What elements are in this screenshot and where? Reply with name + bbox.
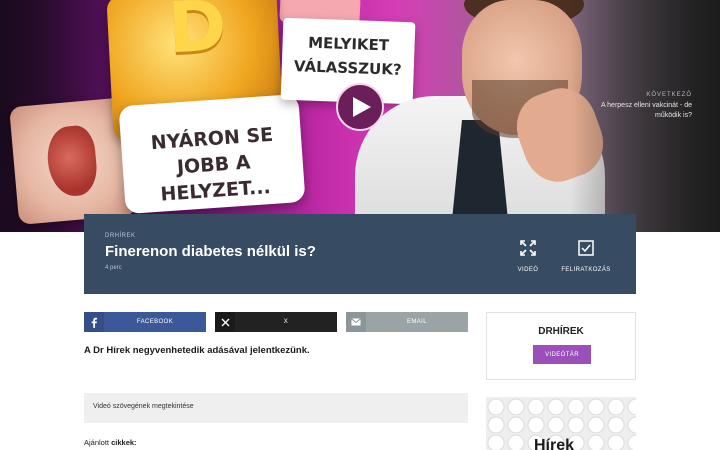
sidebar-promo-image[interactable]: Hírek (486, 397, 636, 450)
video-title: Finerenon diabetes nélkül is? (105, 243, 316, 260)
expand-icon (520, 240, 536, 256)
share-facebook-label: FACEBOOK (136, 319, 174, 325)
article-intro: A Dr Hírek negyvenhetedik adásával jelen… (84, 345, 310, 356)
video-archive-button[interactable]: VIDEÓTÁR (533, 345, 591, 364)
envelope-icon (346, 312, 366, 332)
facebook-icon (84, 312, 104, 332)
video-category[interactable]: DRHÍREK (105, 233, 136, 239)
sidebar-brand-box: DRHÍREK VIDEÓTÁR (486, 312, 636, 380)
next-video-link[interactable]: KÖVETKEZŐ A herpesz elleni vakcinát - de… (590, 92, 692, 121)
thumbnail-main-card: NYÁRON SE JOBB A HELYZET... (118, 93, 306, 215)
checkbox-icon (578, 240, 594, 256)
play-icon (353, 97, 371, 117)
subscribe-button[interactable]: FELIRATKOZÁS (556, 240, 616, 273)
sidebar-brand-title: DRHÍREK (538, 326, 584, 337)
play-button[interactable] (336, 83, 384, 131)
video-info-bar: DRHÍREK Finerenon diabetes nélkül is? 4 … (84, 214, 636, 294)
recommended-heading: Ajánlott cikkek: (84, 438, 137, 447)
next-video-label: KÖVETKEZŐ (646, 92, 692, 98)
next-video-title: A herpesz elleni vakcinát - de működik i… (600, 102, 692, 119)
kidney-graphic (45, 124, 99, 199)
sidebar-promo-text: Hírek (534, 437, 575, 450)
share-facebook-button[interactable]: FACEBOOK (84, 312, 206, 332)
video-duration: 4 perc (105, 265, 122, 271)
thumbnail-main-text: NYÁRON SE JOBB A HELYZET... (150, 123, 274, 206)
recommended-prefix: Ajánlott (84, 438, 112, 447)
vitamin-d-letter: D (165, 0, 229, 70)
video-hero[interactable]: D NYÁRON SE JOBB A HELYZET... MELYIKET V… (0, 0, 720, 232)
subscribe-label: FELIRATKOZÁS (561, 267, 611, 273)
transcript-toggle[interactable]: Videó szövegének megtekintése (84, 393, 468, 423)
share-email-label: EMAIL (406, 319, 427, 325)
video-action-label: VIDEÓ (517, 267, 539, 273)
share-x-button[interactable]: X (215, 312, 337, 332)
x-logo-icon (215, 312, 235, 332)
transcript-label: Videó szövegének megtekintése (93, 403, 194, 410)
share-x-label: X (283, 319, 289, 325)
fullscreen-video-button[interactable]: VIDEÓ (498, 240, 558, 273)
share-email-button[interactable]: EMAIL (346, 312, 468, 332)
recommended-bold: cikkek: (111, 438, 137, 447)
